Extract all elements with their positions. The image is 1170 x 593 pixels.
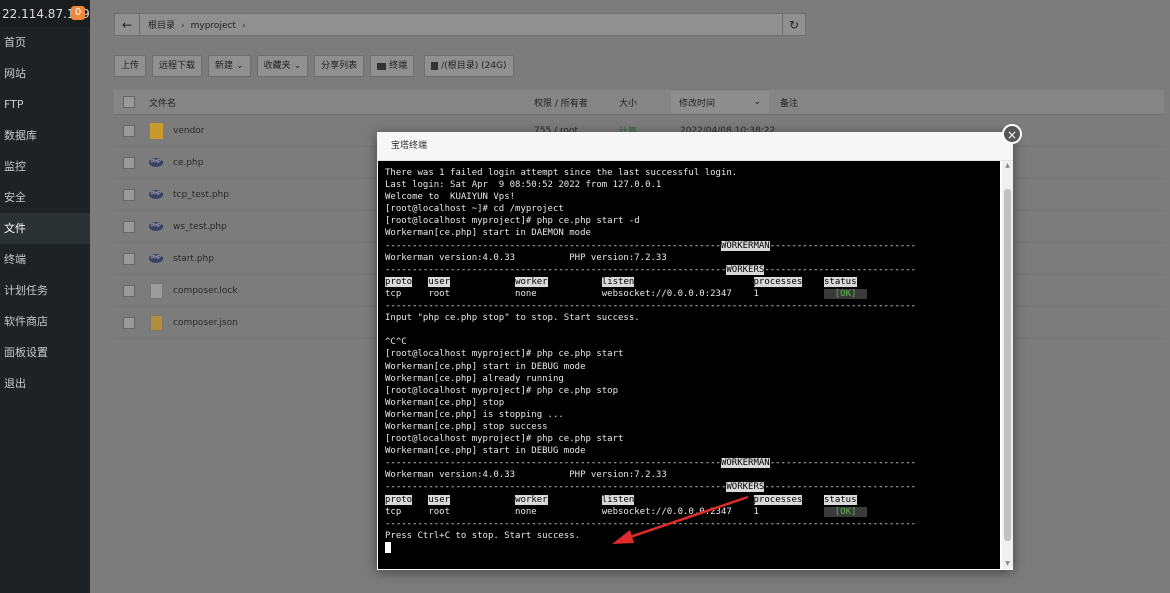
row-checkbox[interactable] [123,156,135,169]
breadcrumb: 根目录 › myproject › [148,21,246,31]
php-file-icon: PHP [149,254,163,263]
share-list-label: 分享列表 [321,61,358,71]
upload-label: 上传 [121,61,140,71]
file-name[interactable]: ce.php [173,158,203,168]
breadcrumb-root[interactable]: 根目录 [148,21,175,31]
favorites-button[interactable]: 收藏夹 ⌄ [256,55,309,77]
disk-icon [431,62,439,70]
chevron-down-icon: ⌄ [753,97,761,107]
path-bar: ← 根目录 › myproject › ↻ [114,13,806,36]
file-icon-wrap [149,122,163,139]
col-note[interactable]: 备注 [780,96,798,109]
scrollbar-thumb[interactable] [1004,189,1011,541]
file-name[interactable]: composer.lock [173,286,238,296]
sidebar-item-7[interactable]: 终端 [0,244,90,275]
terminal-modal: 宝塔终端 There was 1 failed login attempt si… [377,132,1013,570]
sidebar-item-1[interactable]: 网站 [0,58,90,89]
file-icon-wrap [149,314,163,331]
sidebar-item-10[interactable]: 面板设置 [0,337,90,368]
col-size[interactable]: 大小 [619,96,637,109]
folder-icon [149,122,163,139]
php-file-icon: PHP [149,158,163,167]
favorites-label: 收藏夹 [263,61,291,71]
chevron-down-icon: ⌄ [236,61,244,71]
row-checkbox[interactable] [123,124,135,137]
scroll-down-icon[interactable]: ▼ [1002,559,1013,569]
sidebar-item-3[interactable]: 数据库 [0,120,90,151]
col-perm[interactable]: 权限 / 所有者 [534,96,588,109]
col-time[interactable]: 修改时间 ⌄ [671,91,769,113]
new-label: 新建 [215,61,234,71]
server-ip-header: 22.114.87.169 0 [0,0,90,27]
col-name[interactable]: 文件名 [149,96,176,109]
file-icon-wrap: PHP [149,156,163,170]
row-checkbox[interactable] [123,284,135,297]
share-list-button[interactable]: 分享列表 [314,55,365,77]
terminal-scrollbar[interactable]: ▲ ▼ [1002,161,1013,569]
chevron-down-icon: ⌄ [293,61,302,71]
terminal-button[interactable]: 终端 [370,55,415,77]
breadcrumb-folder[interactable]: myproject [191,21,236,31]
upload-button[interactable]: 上传 [114,55,147,77]
row-checkbox[interactable] [123,316,135,329]
disk-label: /(根目录) (24G) [441,61,507,71]
disk-button[interactable]: /(根目录) (24G) [424,55,514,77]
file-icon-wrap: PHP [149,220,163,234]
row-checkbox[interactable] [123,252,135,265]
remote-download-button[interactable]: 远程下载 [152,55,203,77]
sidebar-item-11[interactable]: 退出 [0,368,90,399]
file-icon-wrap: PHP [149,252,163,266]
file-name[interactable]: composer.json [173,318,238,328]
json-file-icon [149,314,163,331]
notification-badge[interactable]: 0 [71,6,85,20]
row-checkbox[interactable] [123,220,135,233]
terminal-label: 终端 [389,61,408,71]
file-icon-wrap [149,282,163,299]
terminal-icon [377,62,387,70]
php-file-icon: PHP [149,222,163,231]
file-icon [149,282,163,299]
remote-download-label: 远程下载 [159,61,196,71]
php-file-icon: PHP [149,190,163,199]
sidebar-item-9[interactable]: 软件商店 [0,306,90,337]
sidebar-item-8[interactable]: 计划任务 [0,275,90,306]
file-name[interactable]: start.php [173,254,214,264]
toolbar: 上传 远程下载 新建 ⌄ 收藏夹 ⌄ 分享列表 终端 /(根目录) (24G) [114,55,514,77]
row-checkbox[interactable] [123,188,135,201]
sidebar-item-4[interactable]: 监控 [0,151,90,182]
modal-title: 宝塔终端 [377,132,1013,161]
close-icon[interactable]: × [1002,124,1022,144]
new-button[interactable]: 新建 ⌄ [208,55,251,77]
terminal-screen[interactable]: There was 1 failed login attempt since t… [378,161,1000,569]
file-icon-wrap: PHP [149,188,163,202]
select-all-checkbox[interactable] [123,96,135,108]
terminal-output: There was 1 failed login attempt since t… [378,161,1000,554]
sidebar-item-6[interactable]: 文件 [0,213,90,244]
refresh-icon[interactable]: ↻ [782,14,805,35]
col-time-label: 修改时间 [679,98,716,109]
sidebar-item-0[interactable]: 首页 [0,27,90,58]
back-arrow-icon[interactable]: ← [115,14,140,35]
table-header: 文件名 权限 / 所有者 大小 修改时间 ⌄ 备注 [114,90,1164,115]
sidebar-item-5[interactable]: 安全 [0,182,90,213]
sidebar: 22.114.87.169 0 首页 网站 FTP 数据库 监控 安全 文件 终端 计划任务 软件… [0,0,90,593]
file-name[interactable]: vendor [173,126,205,136]
scroll-up-icon[interactable]: ▲ [1002,161,1013,171]
file-name[interactable]: tcp_test.php [173,190,229,200]
file-name[interactable]: ws_test.php [173,222,227,232]
sidebar-item-2[interactable]: FTP [0,89,90,120]
